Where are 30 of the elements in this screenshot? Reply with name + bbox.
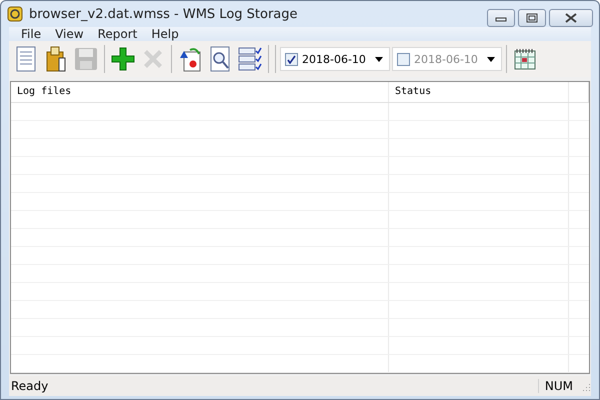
app-icon <box>7 6 23 22</box>
close-button[interactable] <box>549 9 593 27</box>
book-icon <box>45 46 67 72</box>
dropdown-arrow-icon <box>375 56 383 62</box>
document-shapes-icon <box>178 46 202 72</box>
minimize-button[interactable] <box>487 9 515 27</box>
date-value: 2018-06-10 <box>414 52 479 66</box>
document-icon <box>15 46 37 72</box>
checkbox[interactable] <box>285 52 298 66</box>
menu-item[interactable]: View <box>55 27 84 41</box>
menu-item[interactable]: Report <box>98 27 138 41</box>
calendar-icon <box>514 48 536 70</box>
column-header[interactable]: Log files <box>11 82 389 102</box>
magnifier-document-icon <box>209 46 231 72</box>
close-icon <box>565 13 577 23</box>
window-title: browser_v2.dat.wmss - WMS Log Storage <box>29 6 299 22</box>
date-value: 2018-06-10 <box>302 52 367 66</box>
menu-item[interactable]: File <box>21 27 42 41</box>
check-icon <box>287 54 296 64</box>
date-picker[interactable]: 2018-06-10 <box>280 47 390 71</box>
menu-item[interactable]: Help <box>151 27 179 41</box>
maximize-icon <box>526 13 538 23</box>
status-indicator: NUM <box>538 379 579 393</box>
plus-icon <box>111 47 135 71</box>
maximize-button[interactable] <box>518 9 546 27</box>
checklist-icon <box>238 46 262 72</box>
status-message: Ready <box>10 379 50 393</box>
column-header[interactable]: Status <box>389 82 569 102</box>
checkbox[interactable] <box>397 52 410 66</box>
dropdown-arrow-icon <box>487 56 495 62</box>
